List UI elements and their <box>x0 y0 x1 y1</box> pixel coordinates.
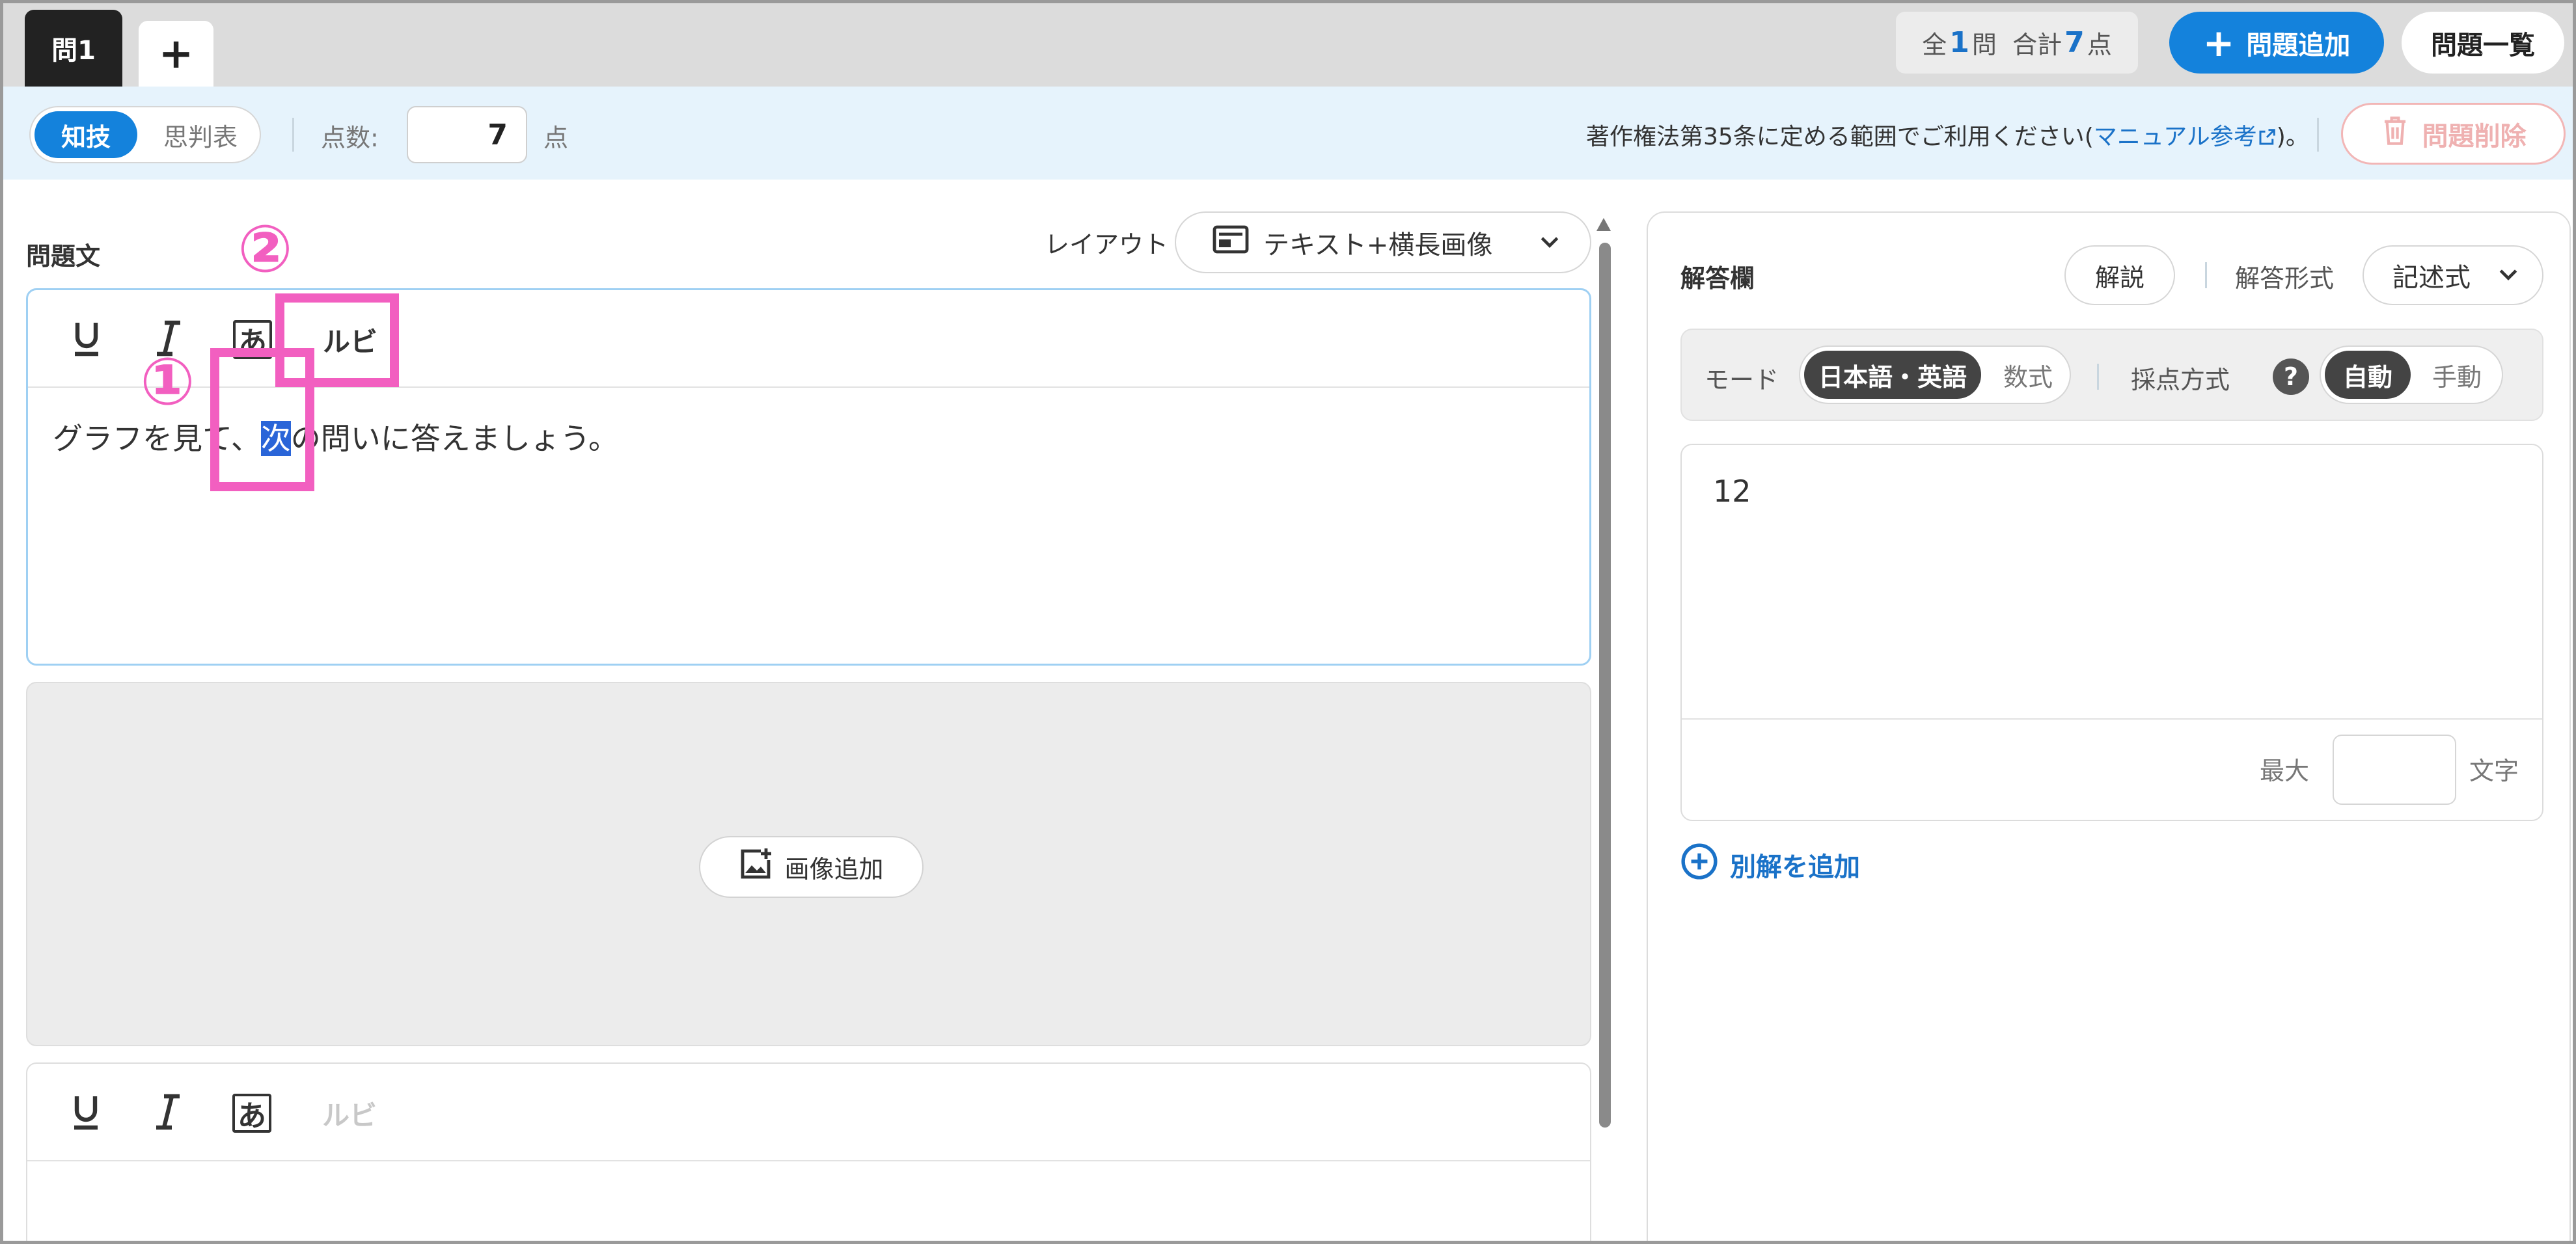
copyright-text: 著作権法第35条に定める範囲でご利用ください( <box>1586 124 2094 150</box>
plus-icon: + <box>2202 20 2235 65</box>
copyright-end: )。 <box>2276 124 2309 150</box>
layout-select[interactable]: テキスト+横長画像 <box>1175 211 1591 273</box>
italic-icon <box>152 1092 184 1134</box>
scoring-method-label: 採点方式 <box>2131 366 2230 394</box>
summary-count-unit: 問 <box>1971 31 1997 59</box>
max-chars-input[interactable] <box>2333 735 2456 805</box>
tab-bar: 問1 + 全1問 合計 7 点 + 問題追加 問題一覧 <box>3 3 2573 87</box>
layout-value: テキスト+横長画像 <box>1263 230 1493 260</box>
question-text-content[interactable]: グラフを見て、次の問いに答えましょう。 <box>53 415 618 458</box>
question-summary: 全1問 合計 7 点 <box>1896 12 2138 74</box>
mode-label: モード <box>1705 366 1779 394</box>
underline-button[interactable] <box>61 314 113 366</box>
delete-question-label: 問題削除 <box>2422 121 2527 152</box>
plus-circle-icon <box>1680 843 1718 887</box>
add-question-label: 問題追加 <box>2246 30 2351 61</box>
delete-question-button[interactable]: 問題削除 <box>2341 103 2566 165</box>
annotation-box-2 <box>275 293 399 387</box>
add-image-label: 画像追加 <box>784 855 884 884</box>
help-icon[interactable]: ? <box>2273 358 2309 395</box>
divider <box>2317 118 2319 152</box>
answer-field-label: 解答欄 <box>1680 264 1755 293</box>
add-image-icon <box>739 847 773 887</box>
answer-format-label: 解答形式 <box>2235 264 2335 293</box>
manual-link[interactable]: マニュアル参考 <box>2094 124 2257 150</box>
underline-button[interactable] <box>60 1087 112 1139</box>
layout-image-icon <box>1213 224 1249 261</box>
score-input[interactable]: 7 <box>407 106 527 163</box>
chevron-down-icon <box>2495 261 2521 293</box>
summary-total-unit: 点 <box>2087 31 2112 59</box>
text-after: の問いに答えましょう。 <box>290 421 618 456</box>
add-question-button[interactable]: + 問題追加 <box>2169 12 2384 74</box>
answer-format-select[interactable]: 記述式 <box>2363 245 2543 305</box>
secondary-editor[interactable]: あ ルビ <box>26 1062 1591 1241</box>
scoring-toggle: 自動 手動 <box>2320 345 2503 404</box>
question-text-label: 問題文 <box>26 242 101 271</box>
divider <box>292 118 294 152</box>
divider <box>2097 364 2099 390</box>
mode-bar: モード 日本語・英語 数式 採点方式 ? 自動 手動 <box>1680 329 2543 421</box>
mode-option-japanese-english[interactable]: 日本語・英語 <box>1804 351 1981 399</box>
app-window: 問1 + 全1問 合計 7 点 + 問題追加 問題一覧 知技 思判表 点数: 7 点… <box>0 0 2576 1244</box>
summary-total-label: 合計 <box>2012 31 2062 59</box>
summary-total: 7 <box>2064 26 2085 59</box>
mode-option-formula[interactable]: 数式 <box>1988 351 2068 399</box>
summary-prefix: 全 <box>1922 31 1947 59</box>
answer-format-value: 記述式 <box>2392 263 2471 293</box>
category-option-thinking[interactable]: 思判表 <box>145 111 256 158</box>
divider <box>2205 262 2207 288</box>
external-link-icon <box>2257 124 2277 150</box>
kana-button[interactable]: あ <box>226 1087 278 1139</box>
add-image-button[interactable]: 画像追加 <box>699 836 924 898</box>
max-label: 最大 <box>2260 757 2310 785</box>
kana-icon: あ <box>232 1094 271 1133</box>
summary-count: 1 <box>1949 26 1969 59</box>
tab-question-1[interactable]: 問1 <box>25 10 122 87</box>
layout-label: レイアウト <box>1045 230 1169 259</box>
explanation-button[interactable]: 解説 <box>2064 245 2175 305</box>
underline-icon <box>70 319 103 360</box>
annotation-number-2: ② <box>238 211 293 287</box>
answer-panel: 解答欄 解説 解答形式 記述式 モード 日本語・英語 数式 採点方式 ? 自動 … <box>1647 211 2571 1241</box>
answer-footer-divider <box>1682 718 2542 720</box>
answer-value[interactable]: 12 <box>1713 474 1751 509</box>
ruby-button-disabled: ルビ <box>322 1099 377 1131</box>
scroll-thumb[interactable] <box>1599 243 1611 1128</box>
secondary-editor-toolbar: あ ルビ <box>27 1064 1590 1161</box>
image-drop-area[interactable]: 画像追加 <box>26 682 1591 1046</box>
score-unit: 点 <box>543 124 569 152</box>
score-label: 点数: <box>321 124 379 152</box>
copyright-notice: 著作権法第35条に定める範囲でご利用ください(マニュアル参考 )。 <box>1586 118 2309 152</box>
scrollbar[interactable] <box>1596 218 1613 1142</box>
category-toggle: 知技 思判表 <box>29 106 261 163</box>
chars-label: 文字 <box>2469 757 2519 785</box>
add-alternative-answer-label: 別解を追加 <box>1730 852 1860 882</box>
annotation-number-1: ① <box>140 344 195 420</box>
add-alternative-answer-button[interactable]: 別解を追加 <box>1680 843 1860 887</box>
trash-icon <box>2381 115 2409 154</box>
add-tab-button[interactable]: + <box>139 21 213 87</box>
question-list-button[interactable]: 問題一覧 <box>2402 12 2564 74</box>
scoring-option-auto[interactable]: 自動 <box>2325 351 2411 399</box>
mode-toggle: 日本語・英語 数式 <box>1799 345 2071 404</box>
category-option-knowledge[interactable]: 知技 <box>34 111 137 158</box>
answer-input-box[interactable]: 12 最大 文字 <box>1680 444 2543 821</box>
scroll-up-arrow[interactable] <box>1596 218 1611 231</box>
chevron-down-icon <box>1537 228 1563 261</box>
underline-icon <box>69 1092 103 1134</box>
scoring-option-manual[interactable]: 手動 <box>2416 351 2498 399</box>
italic-button[interactable] <box>142 1087 194 1139</box>
